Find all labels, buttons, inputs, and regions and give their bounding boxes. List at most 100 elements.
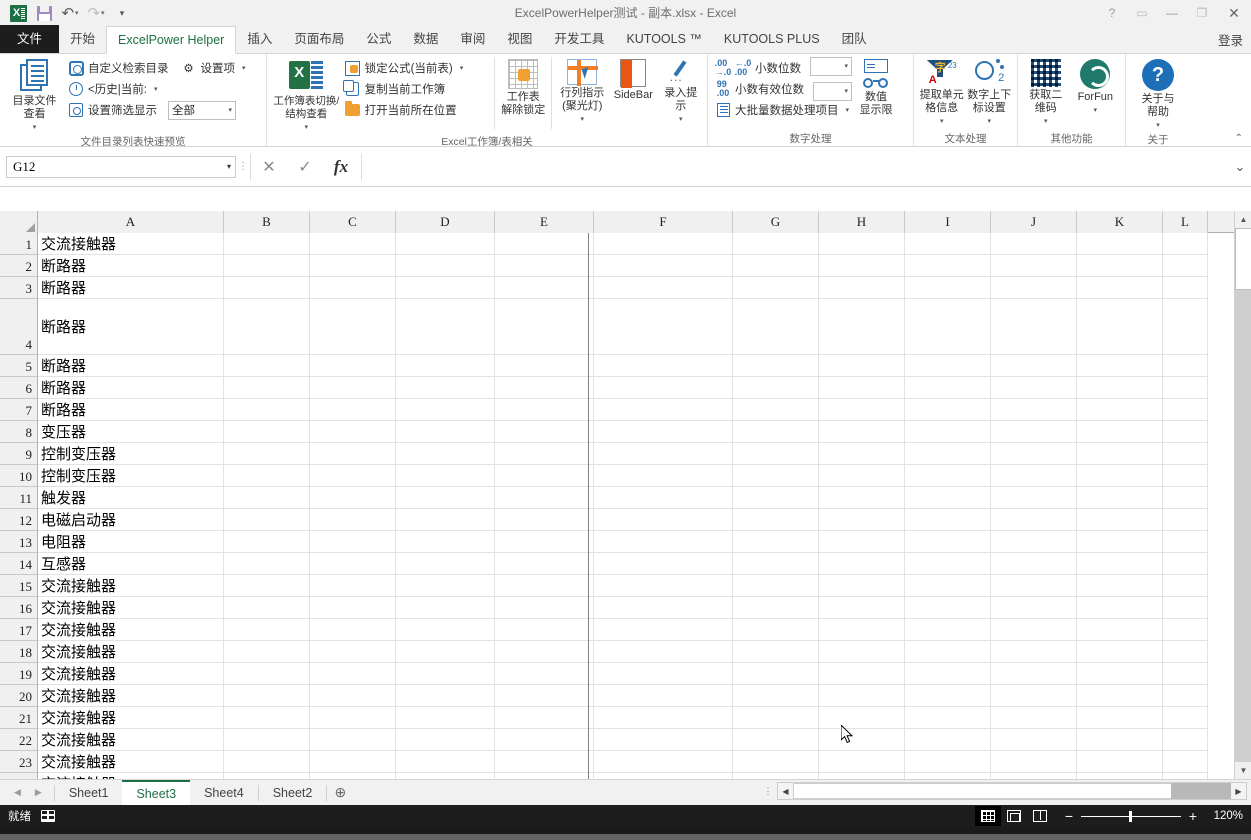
cell-F20[interactable] [594, 685, 733, 707]
cell-I13[interactable] [905, 531, 991, 553]
cell-L11[interactable] [1163, 487, 1208, 509]
expand-formula-bar-button[interactable]: ⌄ [1229, 154, 1251, 180]
cell-H5[interactable] [819, 355, 905, 377]
cell-H4[interactable] [819, 299, 905, 355]
cell-I5[interactable] [905, 355, 991, 377]
cell-H8[interactable] [819, 421, 905, 443]
zoom-in-button[interactable]: + [1187, 809, 1199, 823]
cell-J8[interactable] [991, 421, 1077, 443]
cell-A15[interactable]: 交流接触器 [38, 575, 224, 597]
insert-function-button[interactable]: fx [323, 154, 359, 180]
cell-I4[interactable] [905, 299, 991, 355]
subscript-setting-button[interactable]: 2 数字上下 标设置 ▾ [966, 57, 1014, 128]
hscroll-left-button[interactable]: ◀ [778, 783, 793, 799]
cell-B22[interactable] [224, 729, 310, 751]
cell-D10[interactable] [396, 465, 495, 487]
cell-C23[interactable] [310, 751, 396, 773]
cell-B1[interactable] [224, 233, 310, 255]
cell-F7[interactable] [594, 399, 733, 421]
cell-J6[interactable] [991, 377, 1077, 399]
row-header-11[interactable]: 11 [0, 487, 38, 509]
cell-D5[interactable] [396, 355, 495, 377]
decimal-places-combobox[interactable]: ▾ [810, 56, 852, 76]
cell-K7[interactable] [1077, 399, 1163, 421]
history-current-button[interactable]: <历史|当前: ▾ [65, 79, 262, 99]
cell-F1[interactable] [594, 233, 733, 255]
cell-A20[interactable]: 交流接触器 [38, 685, 224, 707]
custom-search-directory-button[interactable]: 自定义检索目录 [65, 58, 172, 78]
filter-scope-combobox[interactable]: 全部 ▾ [168, 100, 237, 120]
cell-D22[interactable] [396, 729, 495, 751]
cell-E10[interactable] [495, 465, 594, 487]
open-current-location-button[interactable]: 打开当前所在位置 [342, 100, 491, 120]
cell-G18[interactable] [733, 641, 819, 663]
cell-D21[interactable] [396, 707, 495, 729]
cell-E4[interactable] [495, 299, 594, 355]
input-tip-button[interactable]: 录入提 示▾ [658, 57, 703, 126]
cell-B16[interactable] [224, 597, 310, 619]
cell-B18[interactable] [224, 641, 310, 663]
row-header-9[interactable]: 9 [0, 443, 38, 465]
cell-J22[interactable] [991, 729, 1077, 751]
ribbon-display-options-button[interactable]: ▭ [1127, 0, 1157, 26]
add-sheet-button[interactable]: ⊕ [327, 784, 353, 801]
cell-J20[interactable] [991, 685, 1077, 707]
cell-F4[interactable] [594, 299, 733, 355]
cell-F8[interactable] [594, 421, 733, 443]
cell-F16[interactable] [594, 597, 733, 619]
cell-D1[interactable] [396, 233, 495, 255]
cell-H6[interactable] [819, 377, 905, 399]
cell-L3[interactable] [1163, 277, 1208, 299]
cell-C20[interactable] [310, 685, 396, 707]
cell-F17[interactable] [594, 619, 733, 641]
cell-B12[interactable] [224, 509, 310, 531]
zoom-slider[interactable] [1081, 810, 1181, 822]
cell-L20[interactable] [1163, 685, 1208, 707]
cell-F12[interactable] [594, 509, 733, 531]
significant-digits-combobox[interactable]: ▾ [813, 81, 852, 101]
about-help-button[interactable]: ? 关于与 帮助 ▾ [1132, 57, 1184, 132]
cell-B5[interactable] [224, 355, 310, 377]
maximize-button[interactable]: ❐ [1187, 0, 1217, 26]
record-macro-icon[interactable] [41, 810, 55, 822]
cell-J12[interactable] [991, 509, 1077, 531]
cell-C5[interactable] [310, 355, 396, 377]
cell-J21[interactable] [991, 707, 1077, 729]
name-box[interactable]: G12 ▾ [6, 155, 236, 178]
cell-J5[interactable] [991, 355, 1077, 377]
cell-J14[interactable] [991, 553, 1077, 575]
cell-A19[interactable]: 交流接触器 [38, 663, 224, 685]
cell-B14[interactable] [224, 553, 310, 575]
cell-E2[interactable] [495, 255, 594, 277]
cell-E18[interactable] [495, 641, 594, 663]
tab-developer[interactable]: 开发工具 [543, 26, 615, 53]
vertical-scroll-thumb[interactable] [1235, 228, 1251, 290]
cell-A10[interactable]: 控制变压器 [38, 465, 224, 487]
cell-C21[interactable] [310, 707, 396, 729]
cell-K1[interactable] [1077, 233, 1163, 255]
cell-H1[interactable] [819, 233, 905, 255]
cell-J7[interactable] [991, 399, 1077, 421]
cell-I11[interactable] [905, 487, 991, 509]
tab-kutools-plus[interactable]: KUTOOLS PLUS [713, 26, 831, 53]
cell-D9[interactable] [396, 443, 495, 465]
cell-E8[interactable] [495, 421, 594, 443]
row-header-2[interactable]: 2 [0, 255, 38, 277]
cell-K23[interactable] [1077, 751, 1163, 773]
row-header-17[interactable]: 17 [0, 619, 38, 641]
cell-H15[interactable] [819, 575, 905, 597]
cell-B20[interactable] [224, 685, 310, 707]
directory-file-view-button[interactable]: 目录文件 查看 ▾ [4, 57, 65, 134]
cell-D17[interactable] [396, 619, 495, 641]
cell-G9[interactable] [733, 443, 819, 465]
row-header-10[interactable]: 10 [0, 465, 38, 487]
split-handle[interactable]: ⋮ [763, 787, 773, 796]
cell-I3[interactable] [905, 277, 991, 299]
tab-file[interactable]: 文件 [0, 25, 60, 53]
cell-E17[interactable] [495, 619, 594, 641]
extract-cell-info-button[interactable]: 字 23 A 提取单元 格信息 ▾ [918, 57, 966, 128]
cell-G4[interactable] [733, 299, 819, 355]
cell-H22[interactable] [819, 729, 905, 751]
cell-D13[interactable] [396, 531, 495, 553]
scroll-up-button[interactable]: ▲ [1235, 211, 1251, 228]
